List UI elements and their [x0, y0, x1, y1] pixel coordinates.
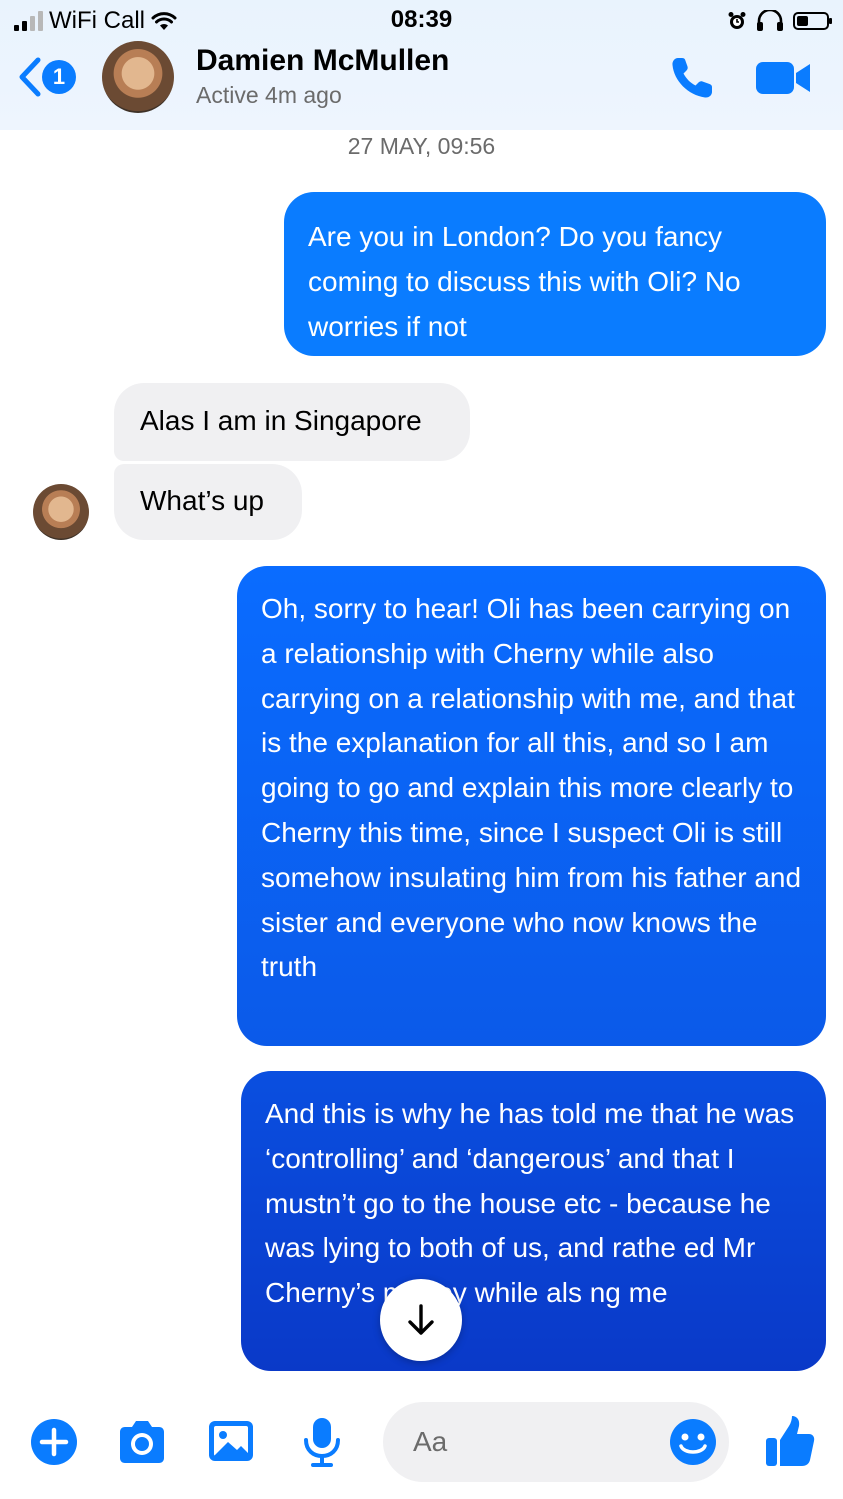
camera-icon[interactable]	[116, 1416, 168, 1468]
incoming-message[interactable]: Alas I am in Singapore	[114, 383, 470, 461]
contact-avatar[interactable]	[102, 41, 174, 113]
alarm-icon	[728, 12, 746, 29]
image-icon[interactable]	[206, 1416, 258, 1468]
scroll-to-bottom-button[interactable]	[380, 1279, 462, 1361]
status-bar-time: 08:39	[390, 6, 453, 33]
emoji-icon[interactable]	[668, 1417, 718, 1467]
headphones-icon	[757, 10, 783, 31]
battery-icon	[793, 12, 832, 30]
phone-icon[interactable]	[668, 54, 720, 102]
chevron-left-icon	[19, 57, 41, 97]
outgoing-message[interactable]: Oh, sorry to hear! Oli has been carrying…	[237, 566, 826, 1046]
microphone-icon[interactable]	[296, 1416, 348, 1468]
outgoing-message[interactable]: Are you in London? Do you fancy coming t…	[284, 192, 826, 356]
outgoing-message[interactable]: And this is why he has told me that he w…	[241, 1071, 826, 1371]
thumbs-up-icon[interactable]	[764, 1414, 816, 1468]
unread-count-badge: 1	[42, 60, 76, 94]
back-button[interactable]: 1	[16, 56, 76, 98]
sender-avatar[interactable]	[33, 484, 89, 540]
incoming-message[interactable]: What’s up	[114, 464, 302, 540]
plus-icon[interactable]	[28, 1416, 80, 1468]
video-camera-icon[interactable]	[754, 58, 812, 98]
contact-name[interactable]: Damien McMullen	[196, 44, 449, 78]
arrow-down-icon	[408, 1304, 434, 1335]
conversation-timestamp: 27 MAY, 09:56	[347, 133, 496, 159]
active-status: Active 4m ago	[196, 82, 342, 108]
status-bar-right	[727, 6, 832, 36]
